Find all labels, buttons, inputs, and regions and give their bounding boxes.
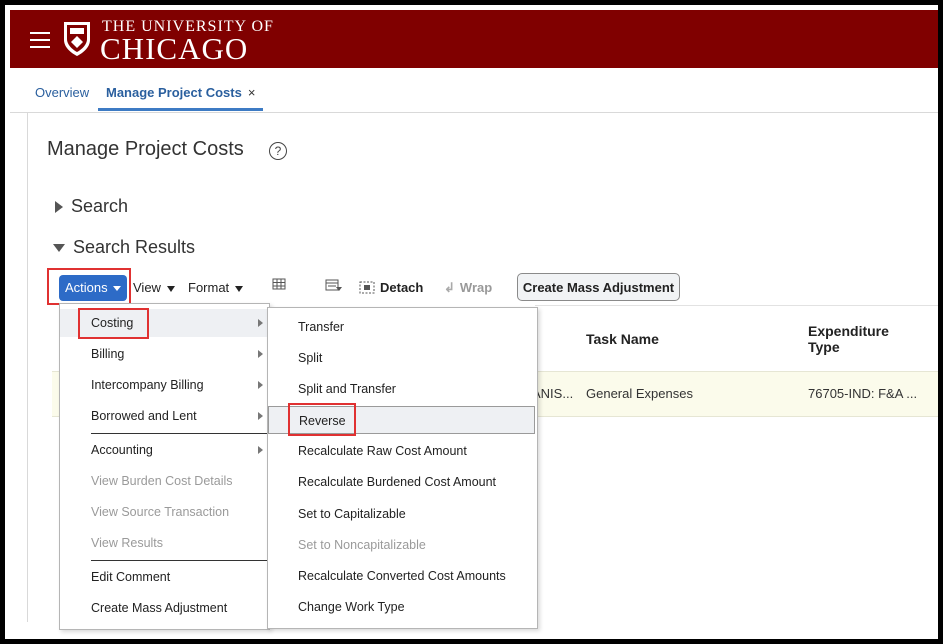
format-menu[interactable]: Format [188,280,244,295]
submenu-arrow-icon [258,412,263,420]
tab-manage-project-costs[interactable]: Manage Project Costs × [98,68,264,111]
cell-task-name: General Expenses [586,386,693,401]
column-header-expenditure-type[interactable]: Expenditure Type [808,323,889,355]
expand-icon [55,201,63,214]
page-title: Manage Project Costs [47,138,244,160]
tab-label: Manage Project Costs [106,85,242,100]
close-icon[interactable]: × [248,85,256,100]
app-header: THE UNIVERSITY OF CHICAGO [10,10,938,68]
view-label: View [133,280,161,295]
tab-overview[interactable]: Overview [35,68,89,111]
help-icon[interactable]: ? [269,142,287,160]
menu-item-view-burden-cost-details: View Burden Cost Details [91,474,233,488]
highlight-box-costing [78,308,149,339]
detach-label: Detach [380,280,424,295]
menu-item-edit-comment[interactable]: Edit Comment [60,563,267,591]
menu-item-view-source-transaction: View Source Transaction [91,505,230,519]
view-menu[interactable]: View [133,280,175,295]
search-section-toggle[interactable]: Search [55,196,128,217]
university-crest-logo [64,22,90,56]
create-mass-adjustment-button[interactable]: Create Mass Adjustment [517,273,680,301]
menu-item-intercompany-billing[interactable]: Intercompany Billing [60,371,267,399]
frame-shadow [938,0,943,644]
cell-project: ANIS... [532,386,574,401]
chevron-down-icon [166,285,175,292]
menu-item-recalculate-converted-cost[interactable]: Recalculate Converted Cost Amounts [268,562,535,590]
highlight-box-actions [47,268,131,305]
menu-item-set-to-noncapitalizable: Set to Noncapitalizable [298,538,426,552]
tab-bar: Overview Manage Project Costs × [10,68,938,113]
search-results-label: Search Results [73,237,196,257]
detach-button[interactable]: Detach [359,280,423,295]
screenshot-frame: THE UNIVERSITY OF CHICAGO Overview Manag… [0,0,943,644]
menu-item-set-to-capitalizable[interactable]: Set to Capitalizable [268,500,535,528]
actions-menu: Costing Billing Intercompany Billing Bor… [59,303,270,630]
search-section-label: Search [71,196,129,216]
submenu-arrow-icon [258,350,263,358]
column-settings-icon[interactable] [325,279,343,293]
highlight-box-reverse [288,403,356,436]
menu-separator [91,560,267,561]
search-results-section-toggle[interactable]: Search Results [53,237,195,258]
menu-item-label: Billing [91,347,125,361]
costing-submenu: Transfer Split Split and Transfer Revers… [267,307,538,629]
menu-item-recalculate-raw-cost[interactable]: Recalculate Raw Cost Amount [268,437,535,465]
menu-item-label: Intercompany Billing [91,378,204,392]
cell-expenditure-type: 76705-IND: F&A ... [808,386,918,401]
menu-item-view-results: View Results [91,536,164,550]
menu-item-borrowed-and-lent[interactable]: Borrowed and Lent [60,402,267,430]
menu-item-transfer[interactable]: Transfer [268,313,535,341]
column-header-task-name[interactable]: Task Name [586,331,659,347]
menu-item-split[interactable]: Split [268,344,535,372]
format-label: Format [188,280,230,295]
header-line-2: Type [808,339,840,355]
menu-item-create-mass-adjustment[interactable]: Create Mass Adjustment [60,594,267,622]
detach-icon [359,281,375,294]
freeze-columns-icon[interactable] [272,278,288,292]
brand-title: CHICAGO [100,31,249,66]
menu-item-change-work-type[interactable]: Change Work Type [268,593,535,621]
submenu-arrow-icon [258,446,263,454]
chevron-down-icon [235,285,244,292]
wrap-icon: ↲ [444,280,455,295]
menu-item-billing[interactable]: Billing [60,340,267,368]
wrap-button[interactable]: ↲ Wrap [444,280,492,296]
menu-item-split-and-transfer[interactable]: Split and Transfer [268,375,535,403]
collapse-icon [53,244,65,253]
submenu-arrow-icon [258,319,263,327]
menu-separator [91,433,267,434]
wrap-label: Wrap [459,280,493,295]
menu-item-label: Accounting [91,443,153,457]
submenu-arrow-icon [258,381,263,389]
menu-icon[interactable] [30,32,50,48]
header-line-1: Expenditure [808,323,889,339]
menu-item-accounting[interactable]: Accounting [60,436,267,464]
table-header-divider [535,305,938,306]
menu-item-label: Borrowed and Lent [91,409,197,423]
menu-item-recalculate-burdened-cost[interactable]: Recalculate Burdened Cost Amount [268,468,535,496]
